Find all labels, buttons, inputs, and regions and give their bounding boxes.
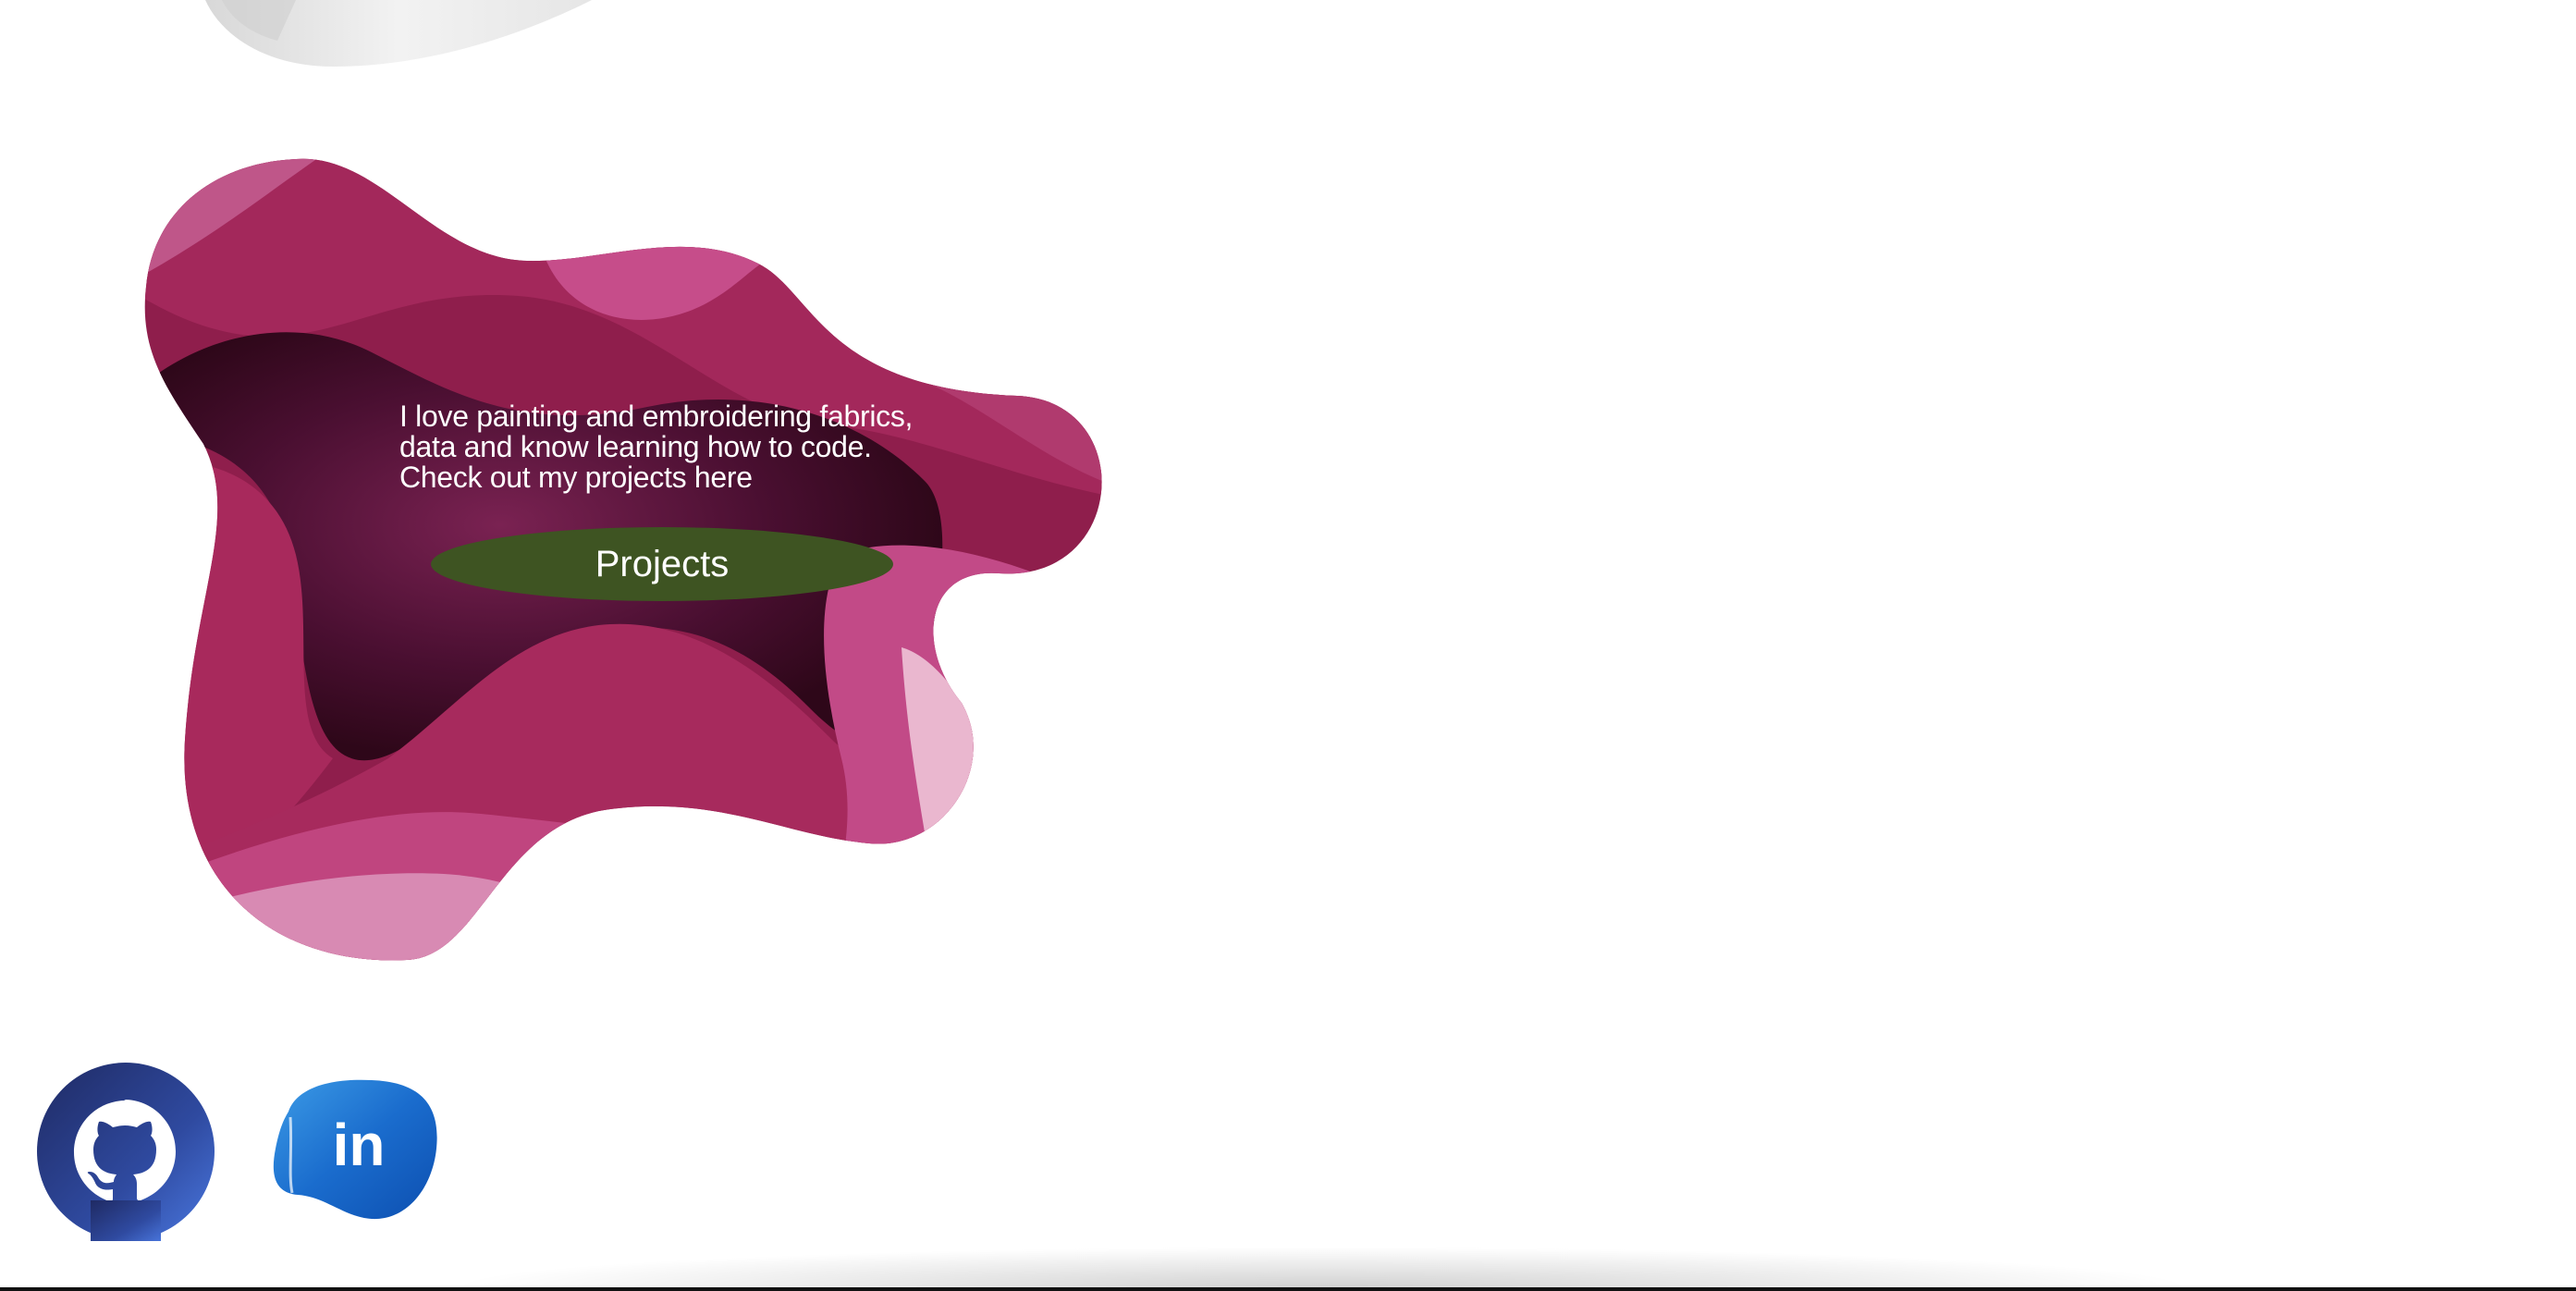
linkedin-logo-text: in — [333, 1112, 386, 1178]
intro-line: Check out my projects here — [399, 461, 753, 494]
projects-intro-text: I love painting and embroidering fabrics… — [399, 401, 991, 493]
intro-line: I love painting and embroidering fabrics… — [399, 400, 914, 433]
projects-button[interactable]: Projects — [431, 527, 893, 601]
page: I love painting and embroidering fabrics… — [0, 0, 2576, 1291]
github-octocat-icon — [37, 1063, 215, 1245]
bottom-border — [0, 1287, 2576, 1291]
github-link[interactable] — [35, 1062, 216, 1246]
intro-line: data and know learning how to code. — [399, 430, 872, 463]
footer-shadow — [444, 1247, 2201, 1287]
profile-photo-fragment — [205, 0, 592, 67]
linkedin-icon: in — [273, 1079, 437, 1220]
linkedin-link[interactable]: in — [270, 1075, 442, 1227]
